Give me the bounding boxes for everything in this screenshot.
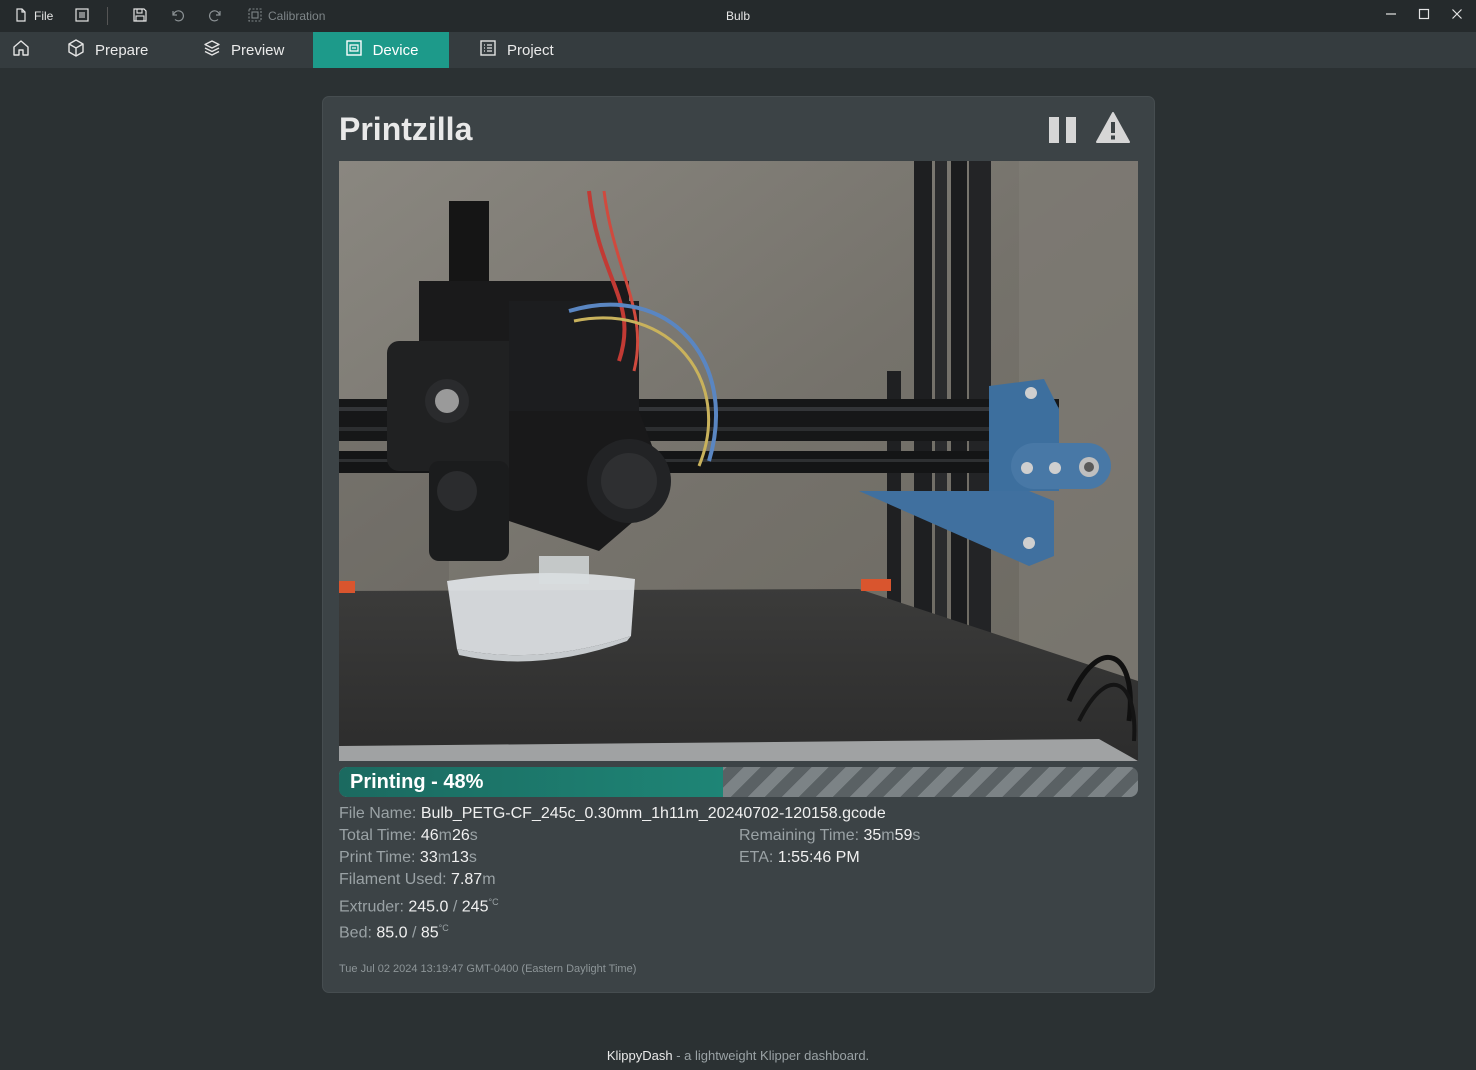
bed-slash: / [407, 924, 421, 942]
extruder-current-temp: 245.0 [408, 898, 449, 916]
filament-row: Filament Used: 7.87m [339, 871, 496, 889]
bed-temp-unit: °C [438, 923, 449, 933]
close-button[interactable] [1441, 0, 1473, 32]
file-name-label: File Name: [339, 805, 417, 822]
extruder-temp-unit: °C [488, 897, 499, 907]
calibration-label: Calibration [268, 9, 326, 23]
bed-temp-row: Bed: 85.0 / 85°C [339, 923, 449, 942]
calibration-icon [248, 7, 262, 25]
footer: KlippyDash - a lightweight Klipper dashb… [0, 1048, 1476, 1063]
total-time-label: Total Time: [339, 827, 417, 844]
camera-feed [339, 161, 1138, 761]
eta-value: 1:55:46 PM [777, 849, 860, 866]
close-icon [1451, 7, 1463, 25]
eta-row: ETA: 1:55:46 PM [739, 849, 860, 867]
maximize-button[interactable] [1408, 0, 1440, 32]
remaining-time-sec-unit: s [912, 827, 921, 844]
remaining-time-min-unit: m [881, 827, 895, 844]
print-progress-bar: Printing - 48% [339, 767, 1138, 797]
bed-current-temp: 85.0 [376, 924, 408, 942]
pause-button[interactable] [1047, 115, 1079, 145]
remaining-time-row: Remaining Time: 35m59s [739, 827, 920, 845]
extruder-temp-row: Extruder: 245.0 / 245°C [339, 897, 499, 916]
total-time-row: Total Time: 46m26s [339, 827, 478, 845]
device-icon [344, 38, 364, 62]
menu-icon [74, 7, 90, 26]
tab-home[interactable] [0, 32, 42, 68]
file-icon [14, 7, 28, 25]
tab-project-label: Project [507, 41, 554, 59]
layers-icon [202, 38, 222, 62]
extruder-label: Extruder: [339, 898, 404, 916]
tab-prepare[interactable]: Prepare [54, 32, 148, 68]
home-icon [11, 38, 31, 62]
file-name-value: Bulb_PETG-CF_245c_0.30mm_1h11m_20240702-… [420, 805, 886, 822]
print-status: Printing - 48% [350, 771, 484, 793]
eta-label: ETA: [739, 849, 774, 866]
last-updated-timestamp: Tue Jul 02 2024 13:19:47 GMT-0400 (Easte… [339, 963, 637, 975]
project-icon [478, 38, 498, 62]
main-nav: Prepare Preview Device Project [0, 32, 1476, 68]
pause-icon [1047, 117, 1079, 149]
print-time-label: Print Time: [339, 849, 416, 866]
filament-label: Filament Used: [339, 871, 447, 888]
footer-brand[interactable]: KlippyDash [607, 1048, 673, 1063]
print-time-row: Print Time: 33m13s [339, 849, 477, 867]
bed-label: Bed: [339, 924, 372, 942]
extruder-target-temp: 245 [461, 898, 489, 916]
tab-device[interactable]: Device [313, 32, 449, 68]
warning-icon [1095, 112, 1131, 149]
print-time-sec-unit: s [468, 849, 477, 866]
save-icon [132, 7, 148, 26]
total-time-seconds: 26 [451, 827, 470, 844]
redo-button[interactable] [208, 0, 224, 32]
emergency-stop-button[interactable] [1095, 111, 1131, 145]
remaining-time-label: Remaining Time: [739, 827, 860, 844]
print-time-minutes: 33 [419, 849, 438, 866]
redo-icon [208, 7, 224, 26]
bed-target-temp: 85 [420, 924, 439, 942]
tab-preview[interactable]: Preview [190, 32, 284, 68]
total-time-min-unit: m [438, 827, 452, 844]
tab-preview-label: Preview [231, 41, 285, 59]
toolbar-divider [107, 7, 108, 25]
tab-project[interactable]: Project [466, 32, 554, 68]
calibration-button[interactable]: Calibration [248, 0, 325, 32]
file-name-row: File Name: Bulb_PETG-CF_245c_0.30mm_1h11… [339, 805, 886, 823]
extruder-slash: / [448, 898, 462, 916]
save-button[interactable] [132, 0, 148, 32]
cube-icon [66, 38, 86, 62]
remaining-time-seconds: 59 [894, 827, 913, 844]
maximize-icon [1418, 7, 1430, 25]
printer-name: Printzilla [339, 111, 473, 147]
menu-button[interactable] [74, 0, 90, 32]
file-menu-button[interactable]: File [14, 0, 53, 32]
remaining-time-minutes: 35 [863, 827, 882, 844]
total-time-sec-unit: s [469, 827, 478, 844]
camera-image [339, 161, 1138, 761]
tab-prepare-label: Prepare [95, 41, 149, 59]
print-time-min-unit: m [437, 849, 452, 866]
undo-icon [169, 7, 185, 26]
minimize-icon [1385, 7, 1397, 25]
printer-card: Printzilla Printing - 48% File Name: Bul… [322, 96, 1155, 993]
tab-device-label: Device [372, 41, 419, 59]
undo-button[interactable] [169, 0, 185, 32]
minimize-button[interactable] [1375, 0, 1407, 32]
print-time-seconds: 13 [451, 849, 469, 866]
file-menu-label: File [34, 9, 54, 23]
filament-unit: m [482, 871, 496, 888]
total-time-minutes: 46 [420, 827, 439, 844]
footer-tagline: - a lightweight Klipper dashboard. [672, 1048, 870, 1063]
filament-value: 7.87 [451, 871, 483, 888]
title-bar: File Calibration Bulb [0, 0, 1476, 33]
